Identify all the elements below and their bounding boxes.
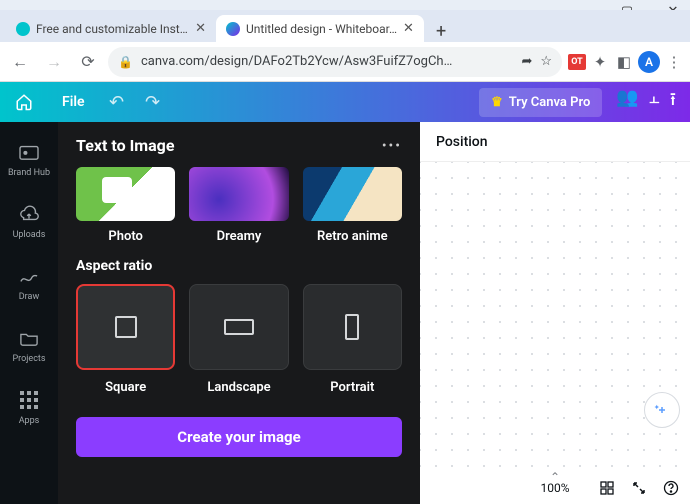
style-list: Photo Dreamy Retro anime xyxy=(76,167,402,244)
redo-button[interactable]: ↷ xyxy=(135,92,171,113)
crown-icon: ♛ xyxy=(491,95,503,110)
try-pro-label: Try Canva Pro xyxy=(509,95,591,110)
tab-0[interactable]: Free and customizable Instag… ✕ xyxy=(6,15,216,42)
tabstrip: Free and customizable Instag… ✕ Untitled… xyxy=(0,10,690,42)
aspect-landscape-label: Landscape xyxy=(207,380,270,395)
rail-draw[interactable]: Draw xyxy=(17,264,41,302)
cloud-upload-icon xyxy=(17,202,41,226)
sparkle-plus-icon xyxy=(653,401,671,419)
panel-more-icon[interactable]: ••• xyxy=(382,138,402,154)
tab-1-title: Untitled design - Whiteboar… xyxy=(246,22,397,36)
aspect-portrait-box xyxy=(303,284,402,370)
tab-1-close-icon[interactable]: ✕ xyxy=(403,21,414,36)
share-url-icon[interactable]: ➦ xyxy=(521,54,532,69)
style-dreamy[interactable]: Dreamy xyxy=(189,167,288,244)
main: Brand Hub Uploads Draw Projects Apps Tex… xyxy=(0,122,690,504)
style-retro-label: Retro anime xyxy=(317,229,388,244)
panel-title: Text to Image xyxy=(76,136,174,155)
favicon-canva-icon xyxy=(16,22,30,36)
new-tab-button[interactable]: + xyxy=(424,21,458,42)
rail-brand-hub[interactable]: Brand Hub xyxy=(8,140,50,178)
style-dreamy-label: Dreamy xyxy=(217,229,262,244)
folder-icon xyxy=(17,326,41,350)
profile-avatar[interactable]: A xyxy=(638,51,660,73)
undo-button[interactable]: ↶ xyxy=(99,92,135,113)
url-input[interactable]: 🔒 canva.com/design/DAFo2Tb2Ycw/Asw3FuifZ… xyxy=(108,47,562,77)
nav-forward-button: → xyxy=(40,48,68,76)
nav-back-button[interactable]: ← xyxy=(6,48,34,76)
apps-grid-icon xyxy=(17,388,41,412)
help-icon[interactable] xyxy=(662,479,680,497)
url-bar: ← → ⟳ 🔒 canva.com/design/DAFo2Tb2Ycw/Asw… xyxy=(0,42,690,82)
style-dreamy-thumb xyxy=(189,167,288,221)
whiteboard-canvas[interactable] xyxy=(420,162,690,472)
landscape-icon xyxy=(224,319,254,335)
tab-overview-icon[interactable]: ◧ xyxy=(614,52,634,72)
browser-menu-icon[interactable]: ⋮ xyxy=(664,52,684,72)
style-photo[interactable]: Photo xyxy=(76,167,175,244)
side-rail: Brand Hub Uploads Draw Projects Apps xyxy=(0,122,58,504)
aspect-portrait[interactable]: Portrait xyxy=(303,284,402,395)
invite-icon[interactable]: 👥 xyxy=(616,87,638,117)
insights-icon[interactable]: ⫠ xyxy=(649,87,660,117)
brand-hub-icon xyxy=(17,140,41,164)
favicon-canva-icon xyxy=(226,22,240,36)
portrait-icon xyxy=(345,314,359,340)
style-retro-thumb xyxy=(303,167,402,221)
file-menu[interactable]: File xyxy=(48,94,99,110)
tab-0-close-icon[interactable]: ✕ xyxy=(195,21,206,36)
style-retro-anime[interactable]: Retro anime xyxy=(303,167,402,244)
aspect-landscape-box xyxy=(189,284,288,370)
aspect-ratio-title: Aspect ratio xyxy=(76,258,402,274)
style-photo-thumb xyxy=(76,167,175,221)
nav-reload-button[interactable]: ⟳ xyxy=(74,48,102,76)
canvas-footer: ⌃ 100% xyxy=(420,472,690,504)
extensions: OT ✦ ◧ A ⋮ xyxy=(568,51,684,73)
extensions-puzzle-icon[interactable]: ✦ xyxy=(590,52,610,72)
aspect-square-label: Square xyxy=(105,380,146,395)
square-icon xyxy=(115,316,137,338)
rail-uploads-label: Uploads xyxy=(13,230,46,240)
tab-1[interactable]: Untitled design - Whiteboar… ✕ xyxy=(216,15,424,42)
aspect-square[interactable]: Square xyxy=(76,284,175,395)
create-image-button[interactable]: Create your image xyxy=(76,417,402,457)
bookmark-star-icon[interactable]: ☆ xyxy=(540,54,552,69)
aspect-portrait-label: Portrait xyxy=(330,380,374,395)
rail-uploads[interactable]: Uploads xyxy=(13,202,46,240)
pencil-draw-icon xyxy=(17,264,41,288)
text-to-image-panel: Text to Image ••• Photo Dreamy Retro ani… xyxy=(58,122,420,504)
grid-view-icon[interactable] xyxy=(598,479,616,497)
app-header: File ↶ ↷ ♛ Try Canva Pro 👥 ⫠ ⭱ xyxy=(0,82,690,122)
try-pro-button[interactable]: ♛ Try Canva Pro xyxy=(479,88,602,117)
share-icon[interactable]: ⭱ xyxy=(670,87,676,117)
lock-icon: 🔒 xyxy=(118,55,133,69)
tab-0-title: Free and customizable Instag… xyxy=(36,22,189,36)
home-button[interactable] xyxy=(0,82,48,122)
canvas-toolbar: Position xyxy=(420,122,690,162)
extension-ot-icon[interactable]: OT xyxy=(568,54,586,70)
aspect-landscape[interactable]: Landscape xyxy=(189,284,288,395)
pages-caret-icon[interactable]: ⌃ xyxy=(550,470,560,484)
aspect-ratio-list: Square Landscape Portrait xyxy=(76,284,402,395)
url-text: canva.com/design/DAFo2Tb2Ycw/Asw3FuifZ7o… xyxy=(141,54,513,69)
aspect-square-box xyxy=(76,284,175,370)
rail-projects[interactable]: Projects xyxy=(13,326,46,364)
rail-brand-hub-label: Brand Hub xyxy=(8,168,50,178)
rail-apps-label: Apps xyxy=(19,416,40,426)
magic-fab-button[interactable] xyxy=(644,392,680,428)
rail-apps[interactable]: Apps xyxy=(17,388,41,426)
style-photo-label: Photo xyxy=(108,229,143,244)
fullscreen-icon[interactable] xyxy=(630,479,648,497)
position-button[interactable]: Position xyxy=(436,134,488,150)
rail-draw-label: Draw xyxy=(19,292,39,302)
home-icon xyxy=(15,93,33,111)
rail-projects-label: Projects xyxy=(13,354,46,364)
canvas-pane: Position ⌃ 100% xyxy=(420,122,690,504)
